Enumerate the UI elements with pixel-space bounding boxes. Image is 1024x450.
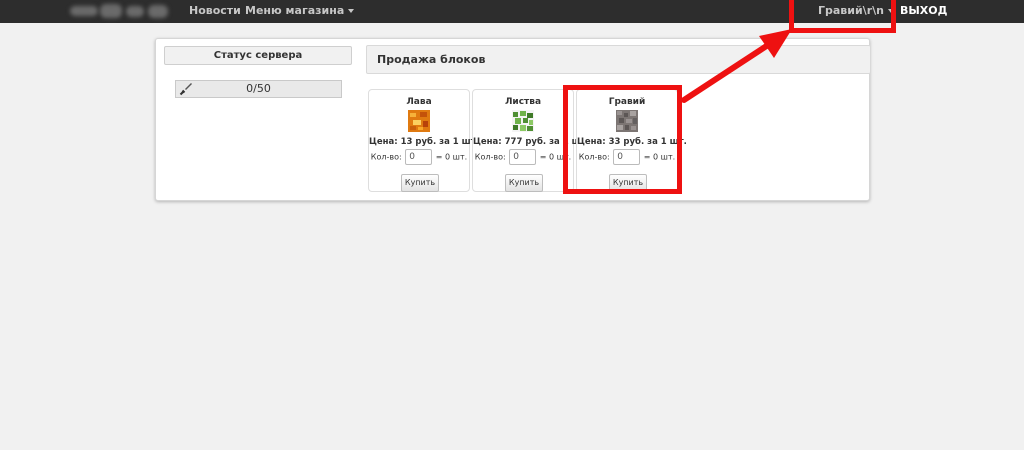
annotation-arrow xyxy=(681,29,792,103)
